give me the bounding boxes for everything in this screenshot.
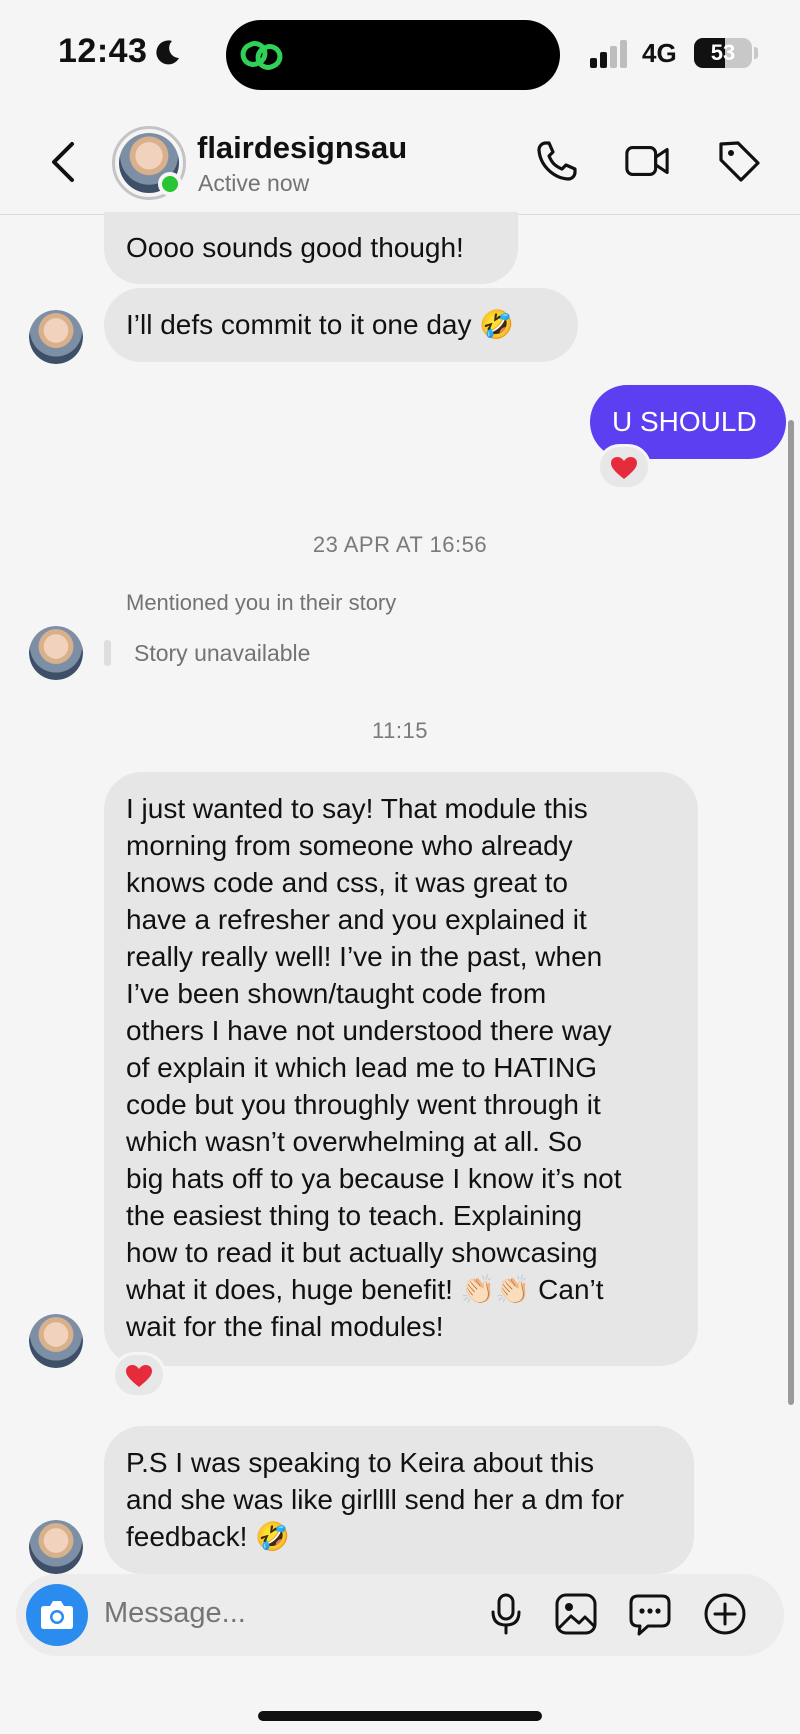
sender-avatar[interactable] — [29, 310, 83, 364]
message-bubble-received[interactable]: I just wanted to say! That module this m… — [104, 772, 698, 1366]
message-text: I’ll defs commit to it one day 🤣 — [126, 309, 515, 340]
avatar-image — [29, 626, 83, 680]
avatar-image — [29, 1520, 83, 1574]
battery-level: 53 — [710, 40, 736, 65]
message-input[interactable] — [104, 1597, 464, 1630]
phone-icon[interactable] — [534, 138, 580, 184]
status-time: 12:43 — [58, 32, 148, 70]
sender-avatar[interactable] — [29, 1314, 83, 1368]
story-unavailable-text: Story unavailable — [134, 640, 311, 666]
sender-avatar[interactable] — [29, 626, 83, 680]
reaction-badge[interactable] — [112, 1352, 166, 1398]
online-indicator — [158, 172, 182, 196]
battery-cap — [754, 47, 758, 59]
avatar-image — [29, 1314, 83, 1368]
message-bubble-received[interactable]: Oooo sounds good though! — [104, 212, 518, 284]
avatar-image — [29, 310, 83, 364]
heart-icon — [126, 1365, 152, 1387]
camera-icon — [41, 1601, 73, 1629]
sender-avatar[interactable] — [29, 1520, 83, 1574]
message-bubble-received[interactable]: P.S I was speaking to Keira about this a… — [104, 1426, 694, 1574]
home-indicator[interactable] — [258, 1711, 542, 1721]
heart-icon — [611, 457, 637, 479]
microphone-icon[interactable] — [484, 1592, 528, 1636]
sticker-icon[interactable] — [628, 1592, 672, 1636]
video-camera-icon[interactable] — [624, 138, 670, 184]
status-bar: 12:43 4G 53 — [0, 0, 800, 110]
back-arrow-icon[interactable] — [48, 140, 78, 184]
contact-username[interactable]: flairdesignsau — [197, 130, 407, 166]
network-type: 4G — [642, 38, 677, 68]
signal-icon — [590, 40, 627, 68]
camera-button[interactable] — [26, 1584, 88, 1646]
story-mention-label: Mentioned you in their story — [126, 590, 397, 615]
message-text: P.S I was speaking to Keira about this a… — [126, 1447, 625, 1552]
contact-status: Active now — [198, 170, 310, 196]
battery-icon: 53 — [694, 38, 752, 68]
message-bubble-received[interactable]: I’ll defs commit to it one day 🤣 — [104, 288, 578, 362]
date-separator: 23 APR AT 16:56 — [312, 532, 488, 557]
moon-icon — [156, 40, 179, 65]
scrollbar[interactable] — [788, 420, 794, 1405]
story-quote-bar — [104, 640, 111, 666]
message-text: Oooo sounds good though! — [126, 232, 464, 263]
chat-header: flairdesignsau Active now — [0, 110, 800, 215]
message-text: I just wanted to say! That module this m… — [126, 793, 622, 1342]
plus-icon[interactable] — [703, 1592, 747, 1636]
message-text: U SHOULD — [612, 406, 757, 437]
tag-icon[interactable] — [716, 138, 762, 184]
time-separator: 11:15 — [372, 718, 428, 743]
gallery-icon[interactable] — [554, 1592, 598, 1636]
reaction-badge[interactable] — [597, 444, 651, 490]
link-icon — [240, 41, 283, 70]
